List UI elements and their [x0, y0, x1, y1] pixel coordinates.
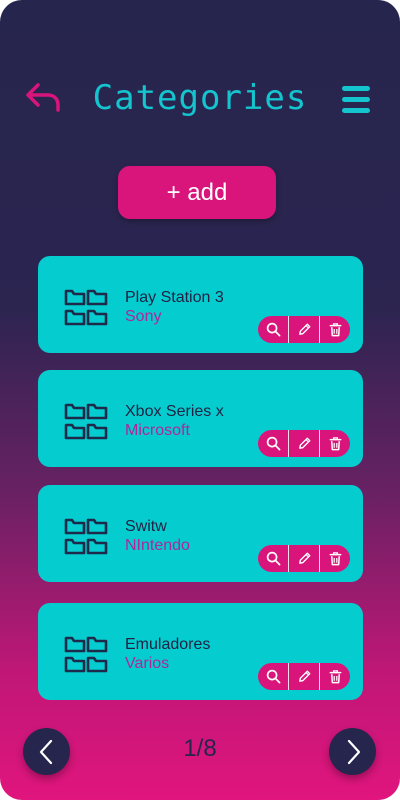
edit-button[interactable]: [288, 430, 319, 457]
category-grid-icon: [64, 289, 108, 326]
category-name: Play Station 3: [125, 289, 224, 306]
delete-button[interactable]: [319, 545, 350, 572]
edit-button[interactable]: [288, 316, 319, 343]
card-action-group: [258, 663, 350, 690]
delete-button[interactable]: [319, 316, 350, 343]
category-brand: Microsoft: [125, 422, 190, 439]
search-icon: [266, 669, 280, 684]
view-button[interactable]: [258, 545, 288, 572]
trash-icon: [329, 552, 341, 566]
card-action-group: [258, 430, 350, 457]
edit-pencil-icon: [298, 670, 310, 682]
trash-icon: [329, 323, 341, 337]
view-button[interactable]: [258, 663, 288, 690]
edit-pencil-icon: [298, 323, 310, 335]
category-card[interactable]: Switw NIntendo: [38, 485, 363, 582]
menu-line: [342, 108, 370, 113]
chevron-right-icon: [347, 739, 360, 764]
view-button[interactable]: [258, 316, 288, 343]
card-action-group: [258, 545, 350, 572]
search-icon: [266, 436, 280, 451]
edit-pencil-icon: [298, 552, 310, 564]
category-card[interactable]: Emuladores Varios: [38, 603, 363, 700]
add-category-button[interactable]: + add: [118, 166, 276, 219]
hamburger-menu-button[interactable]: [342, 86, 374, 116]
edit-pencil-icon: [298, 437, 310, 449]
delete-button[interactable]: [319, 663, 350, 690]
trash-icon: [329, 670, 341, 684]
category-name: Xbox Series x: [125, 403, 224, 420]
category-grid-icon: [64, 636, 108, 673]
delete-button[interactable]: [319, 430, 350, 457]
search-icon: [266, 551, 280, 566]
category-name: Emuladores: [125, 636, 211, 653]
category-card[interactable]: Play Station 3 Sony: [38, 256, 363, 353]
card-action-group: [258, 316, 350, 343]
view-button[interactable]: [258, 430, 288, 457]
category-brand: Varios: [125, 655, 170, 672]
category-brand: Sony: [125, 308, 162, 325]
edit-button[interactable]: [288, 545, 319, 572]
next-page-button[interactable]: [329, 728, 376, 775]
categories-screen: Categories + add Play Station 3 Sony Xbox …: [0, 0, 400, 800]
category-card[interactable]: Xbox Series x Microsoft: [38, 370, 363, 467]
menu-line: [342, 97, 370, 102]
category-grid-icon: [64, 403, 108, 440]
trash-icon: [329, 437, 341, 451]
category-brand: NIntendo: [125, 537, 190, 554]
search-icon: [266, 322, 280, 337]
menu-line: [342, 86, 370, 91]
edit-button[interactable]: [288, 663, 319, 690]
page-title: Categories: [92, 78, 308, 118]
category-grid-icon: [64, 518, 108, 555]
category-name: Switw: [125, 518, 167, 535]
